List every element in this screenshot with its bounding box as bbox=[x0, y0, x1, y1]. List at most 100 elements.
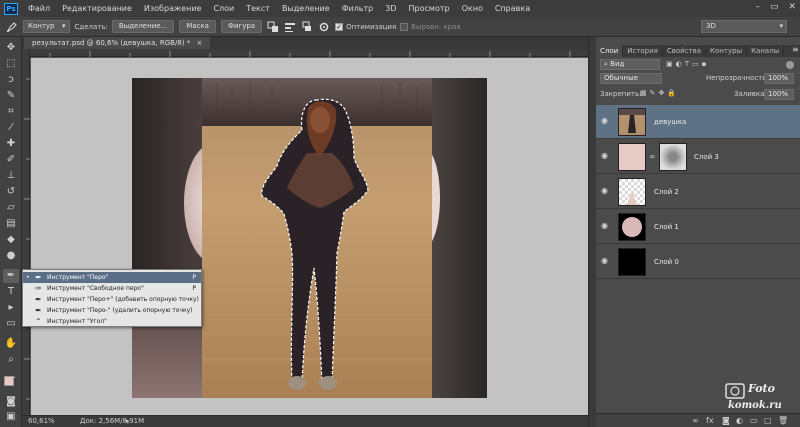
flyout-convert-point-tool[interactable]: ⌃ Инструмент "Угол" bbox=[23, 316, 201, 327]
flyout-delete-anchor-tool[interactable]: ✒ Инструмент "Перо-" (удалить опорную то… bbox=[23, 305, 201, 316]
path-alignment-icon[interactable] bbox=[284, 21, 296, 33]
flyout-freeform-pen-tool[interactable]: ✑ Инструмент "Свободное перо" P bbox=[23, 283, 201, 294]
layer-style-icon[interactable]: fx bbox=[706, 416, 714, 425]
flyout-pen-tool[interactable]: • ✒ Инструмент "Перо" P bbox=[23, 272, 201, 283]
menu-filter[interactable]: Фильтр bbox=[336, 4, 380, 13]
zoom-level[interactable]: 60,61% bbox=[28, 416, 55, 427]
path-arrangement-icon[interactable] bbox=[301, 21, 313, 33]
path-operations-icon[interactable] bbox=[267, 21, 279, 33]
hand-tool-icon[interactable]: ✋ bbox=[3, 337, 19, 351]
visibility-eye-icon[interactable]: ◉ bbox=[601, 187, 610, 195]
tab-layers[interactable]: Слои bbox=[596, 45, 624, 57]
layer-name[interactable]: Слой 0 bbox=[654, 258, 679, 266]
lock-icons[interactable]: ▦✎✥🔒 bbox=[640, 89, 679, 97]
filter-toggle-icon[interactable] bbox=[786, 61, 794, 69]
blur-tool-icon[interactable]: ◆ bbox=[3, 233, 19, 247]
close-icon[interactable]: ✕ bbox=[788, 2, 796, 12]
layer-filter-select[interactable]: ⌕ Вид bbox=[600, 59, 660, 70]
menu-select[interactable]: Выделение bbox=[276, 4, 336, 13]
tab-channels[interactable]: Каналы bbox=[747, 45, 785, 57]
clone-stamp-tool-icon[interactable]: ⊥ bbox=[3, 169, 19, 183]
pen-mode-select[interactable]: Контур bbox=[23, 20, 70, 33]
tab-paths[interactable]: Контуры bbox=[706, 45, 748, 57]
make-label: Сделать: bbox=[74, 22, 108, 31]
quick-mask-icon[interactable]: ◙ bbox=[3, 395, 19, 409]
layer-row[interactable]: ◉ девушка bbox=[596, 105, 800, 139]
canvas-area[interactable] bbox=[31, 58, 588, 415]
shape-button[interactable]: Фигура bbox=[220, 20, 263, 33]
layer-name[interactable]: Слой 3 bbox=[694, 153, 719, 161]
menu-view[interactable]: Просмотр bbox=[403, 4, 456, 13]
align-edges-checkbox[interactable] bbox=[400, 22, 409, 31]
healing-brush-tool-icon[interactable]: ✚ bbox=[3, 137, 19, 151]
screen-mode-icon[interactable]: ▣ bbox=[3, 410, 19, 424]
watermark-text-top: Foto bbox=[748, 382, 775, 395]
tab-properties[interactable]: Свойства bbox=[663, 45, 707, 57]
crop-tool-icon[interactable]: ⌗ bbox=[3, 105, 19, 119]
fill-field[interactable]: 100% bbox=[764, 89, 794, 100]
move-tool-icon[interactable]: ✥ bbox=[3, 41, 19, 55]
eyedropper-tool-icon[interactable]: ⁄ bbox=[3, 121, 19, 135]
lasso-tool-icon[interactable]: ↄ bbox=[3, 73, 19, 87]
document-tab[interactable]: результат.psd @ 60,6% (девушка, RGB/8) *… bbox=[24, 37, 211, 49]
menu-image[interactable]: Изображение bbox=[138, 4, 208, 13]
zoom-tool-icon[interactable]: ⌕ bbox=[3, 353, 19, 367]
pen-icon[interactable] bbox=[6, 21, 18, 33]
layer-name[interactable]: Слой 1 bbox=[654, 223, 679, 231]
menu-window[interactable]: Окно bbox=[456, 4, 489, 13]
watermark-logo: Foto komok.ru bbox=[720, 380, 790, 420]
mask-button[interactable]: Маска bbox=[179, 20, 216, 33]
align-edges-label: Выровн. края bbox=[411, 22, 461, 31]
layer-filter-icons[interactable]: ▣◐T▭▪ bbox=[666, 60, 709, 68]
selection-button[interactable]: Выделение... bbox=[111, 20, 175, 33]
layer-row[interactable]: ◉ Слой 0 bbox=[596, 245, 800, 279]
brush-tool-icon[interactable]: ✐ bbox=[3, 153, 19, 167]
lock-label: Закрепить: bbox=[600, 90, 642, 98]
visibility-eye-icon[interactable]: ◉ bbox=[601, 257, 610, 265]
layer-name[interactable]: девушка bbox=[654, 118, 686, 126]
layer-mask-thumbnail[interactable] bbox=[659, 143, 687, 171]
optimization-checkbox[interactable]: ✓ bbox=[335, 22, 344, 31]
link-layers-icon[interactable]: ∞ bbox=[692, 416, 699, 425]
close-tab-icon[interactable]: × bbox=[196, 39, 202, 47]
status-menu-arrow-icon[interactable]: ▸ bbox=[126, 416, 130, 427]
quick-selection-tool-icon[interactable]: ✎ bbox=[3, 89, 19, 103]
menu-help[interactable]: Справка bbox=[489, 4, 536, 13]
dodge-tool-icon[interactable]: ● bbox=[3, 249, 19, 263]
blend-mode-select[interactable]: Обычные bbox=[600, 73, 662, 84]
menu-edit[interactable]: Редактирование bbox=[56, 4, 138, 13]
visibility-eye-icon[interactable]: ◉ bbox=[601, 152, 610, 160]
minimize-icon[interactable]: – bbox=[755, 2, 760, 12]
horizontal-ruler bbox=[30, 49, 588, 57]
foreground-color-swatch[interactable] bbox=[4, 376, 14, 386]
menu-3d[interactable]: 3D bbox=[379, 4, 402, 13]
eraser-tool-icon[interactable]: ▱ bbox=[3, 201, 19, 215]
layer-row[interactable]: ◉ Слой 1 bbox=[596, 210, 800, 244]
menu-file[interactable]: Файл bbox=[22, 4, 56, 13]
document-image[interactable] bbox=[132, 78, 487, 398]
pen-tool-icon[interactable]: ✒ bbox=[3, 269, 19, 283]
tab-history[interactable]: История bbox=[623, 45, 663, 57]
workspace-select[interactable]: 3D bbox=[701, 20, 787, 33]
marquee-tool-icon[interactable]: ⬚ bbox=[3, 57, 19, 71]
flyout-add-anchor-tool[interactable]: ✒ Инструмент "Перо+" (добавить опорную т… bbox=[23, 294, 201, 305]
layer-row[interactable]: ◉ Слой 2 bbox=[596, 175, 800, 209]
path-selection-tool-icon[interactable]: ▸ bbox=[3, 301, 19, 315]
menu-layers[interactable]: Слои bbox=[207, 4, 240, 13]
collapsed-panel-strip[interactable] bbox=[588, 37, 596, 427]
visibility-eye-icon[interactable]: ◉ bbox=[601, 222, 610, 230]
layer-row[interactable]: ◉ ∞ Слой 3 bbox=[596, 140, 800, 174]
visibility-eye-icon[interactable]: ◉ bbox=[601, 117, 610, 125]
rectangle-tool-icon[interactable]: ▭ bbox=[3, 317, 19, 331]
menu-type[interactable]: Текст bbox=[240, 4, 276, 13]
type-tool-icon[interactable]: T bbox=[3, 285, 19, 299]
gradient-tool-icon[interactable]: ▤ bbox=[3, 217, 19, 231]
layer-name[interactable]: Слой 2 bbox=[654, 188, 679, 196]
link-chain-icon[interactable]: ∞ bbox=[649, 152, 656, 161]
history-brush-tool-icon[interactable]: ↺ bbox=[3, 185, 19, 199]
panel-menu-icon[interactable]: ≡ bbox=[792, 45, 799, 54]
opacity-field[interactable]: 100% bbox=[764, 73, 794, 84]
restore-icon[interactable]: ▭ bbox=[770, 2, 779, 12]
gear-icon[interactable] bbox=[318, 21, 330, 33]
options-bar: Контур Сделать: Выделение... Маска Фигур… bbox=[0, 17, 800, 37]
